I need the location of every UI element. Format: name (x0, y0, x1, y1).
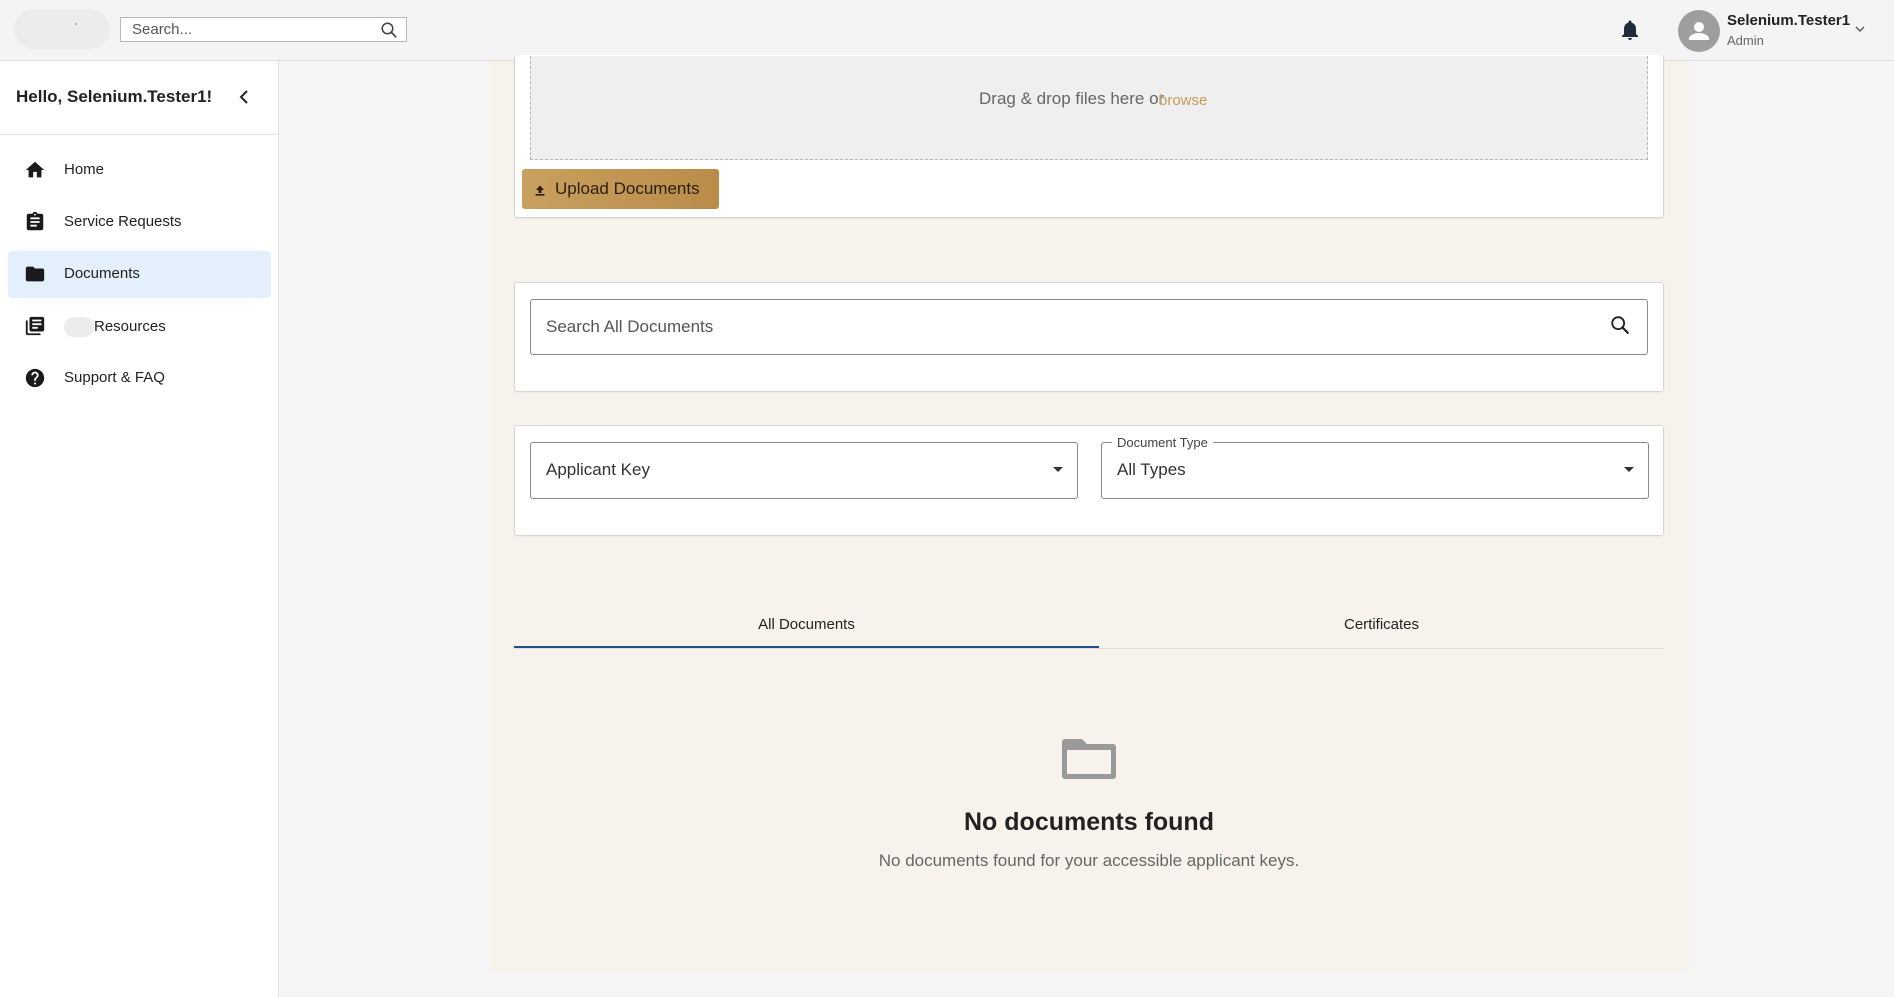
avatar (1678, 10, 1720, 52)
sidebar: Hello, Selenium.Tester1! Home Service Re… (0, 61, 279, 997)
sidebar-item-label: Home (64, 161, 105, 178)
sidebar-item-label: Support & FAQ (64, 369, 165, 386)
search-icon[interactable] (1609, 314, 1631, 336)
sidebar-item-support[interactable]: Support & FAQ (8, 355, 271, 402)
document-type-value: All Types (1117, 460, 1186, 479)
empty-state-subtitle: No documents found for your accessible a… (878, 851, 1300, 870)
applicant-key-label: Applicant Key (546, 460, 650, 479)
global-search-input[interactable] (121, 18, 382, 41)
document-type-label: Document Type (1112, 435, 1213, 450)
sidebar-item-home[interactable]: Home (8, 147, 271, 194)
home-icon (25, 161, 45, 178)
active-tab-indicator (514, 646, 1099, 648)
tab-divider (514, 648, 1664, 649)
document-search (530, 299, 1648, 355)
global-search (120, 17, 407, 42)
document-search-input[interactable] (531, 300, 1606, 354)
dropdown-arrow-icon (1053, 467, 1063, 472)
sidebar-item-label: Resources (94, 317, 166, 335)
user-name: Selenium.Tester1 (1727, 12, 1851, 29)
browse-link[interactable]: browse (1159, 92, 1207, 109)
sidebar-item-resources[interactable]: Resources (8, 303, 271, 350)
search-icon[interactable] (380, 21, 398, 39)
company-logo[interactable] (14, 9, 110, 49)
applicant-key-select[interactable]: Applicant Key (530, 442, 1078, 499)
dropzone[interactable]: Drag & drop files here or browse (530, 56, 1648, 160)
dropzone-text: Drag & drop files here or (979, 89, 1165, 108)
tab-certificates[interactable]: Certificates (1099, 605, 1664, 648)
upload-documents-button[interactable]: Upload Documents (522, 169, 719, 209)
sidebar-item-label: Documents (64, 265, 140, 282)
tab-all-documents[interactable]: All Documents (514, 605, 1099, 648)
sidebar-item-label-wrap: Resources (64, 317, 166, 337)
user-role: Admin (1727, 33, 1764, 48)
chevron-down-icon (1855, 26, 1865, 32)
tab-label: Certificates (1343, 616, 1420, 633)
empty-state-title: No documents found (964, 808, 1214, 836)
tab-label: All Documents (758, 616, 855, 633)
library-books-icon (25, 316, 45, 336)
greeting: Hello, Selenium.Tester1! (16, 87, 213, 106)
notification-bell-icon[interactable] (1618, 18, 1642, 42)
document-type-select[interactable]: Document Type All Types (1101, 435, 1649, 499)
upload-button-label: Upload Documents (555, 179, 700, 198)
folder-icon (25, 266, 45, 282)
sidebar-item-label: Service Requests (64, 213, 182, 230)
dropdown-arrow-icon (1624, 467, 1634, 472)
sidebar-item-service-requests[interactable]: Service Requests (8, 199, 271, 246)
redacted-chip (64, 317, 94, 337)
person-icon (1689, 22, 1709, 40)
user-menu[interactable]: Selenium.Tester1 Admin (1678, 9, 1868, 53)
upload-icon (535, 185, 545, 196)
sidebar-item-documents[interactable]: Documents (8, 251, 271, 298)
clipboard-icon (26, 211, 44, 231)
top-bar: Selenium.Tester1 Admin (0, 0, 1894, 61)
sidebar-divider (0, 134, 279, 135)
empty-folder-icon (1062, 739, 1116, 779)
help-circle-icon (25, 368, 45, 388)
chevron-left-icon[interactable] (234, 87, 254, 107)
